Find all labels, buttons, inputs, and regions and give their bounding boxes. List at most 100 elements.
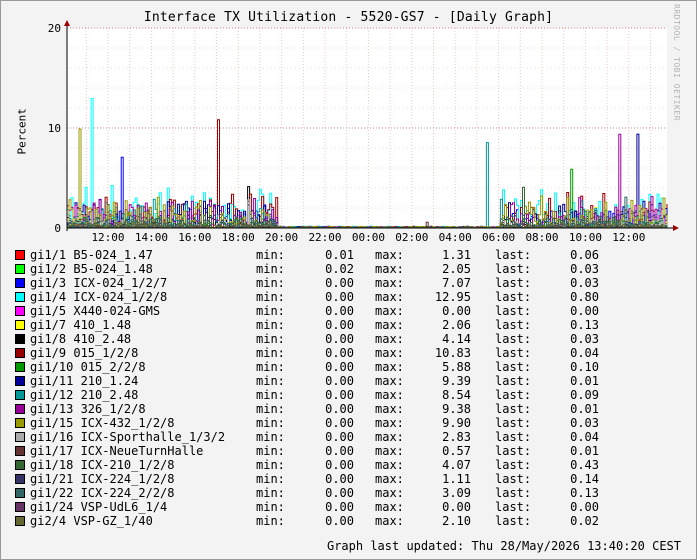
legend-last-label: last: bbox=[495, 416, 532, 430]
legend-max-label: max: bbox=[375, 388, 404, 402]
legend-max-label: max: bbox=[375, 430, 404, 444]
legend-max-value: 3.09 bbox=[442, 486, 471, 500]
legend-min-value: 0.00 bbox=[325, 332, 354, 346]
legend-last-value: 0.01 bbox=[570, 444, 599, 458]
legend-min-label: min: bbox=[256, 458, 285, 472]
legend-last-value: 0.09 bbox=[570, 388, 599, 402]
legend-last-label: last: bbox=[495, 262, 532, 276]
legend-min-label: min: bbox=[256, 472, 285, 486]
legend-min-label: min: bbox=[256, 514, 285, 528]
legend-series-name: gi1/4 ICX-024_1/2/8 bbox=[30, 290, 168, 304]
legend-swatch bbox=[15, 320, 25, 330]
legend-series-name: gi1/13 326_1/2/8 bbox=[30, 402, 146, 416]
legend-last-value: 0.03 bbox=[570, 416, 599, 430]
legend-min-value: 0.00 bbox=[325, 374, 354, 388]
legend-max-label: max: bbox=[375, 262, 404, 276]
last-updated-text: Graph last updated: Thu 28/May/2026 13:4… bbox=[326, 539, 681, 553]
legend-min-label: min: bbox=[256, 276, 285, 290]
legend-last-label: last: bbox=[495, 374, 532, 388]
legend-max-value: 10.83 bbox=[434, 346, 471, 360]
y-tick-label: 20 bbox=[48, 22, 61, 35]
legend-max-value: 2.06 bbox=[442, 318, 471, 332]
legend-max-value: 1.31 bbox=[442, 248, 471, 262]
legend-max-label: max: bbox=[375, 248, 404, 262]
legend-last-value: 0.03 bbox=[570, 276, 599, 290]
legend-max-value: 8.54 bbox=[442, 388, 471, 402]
legend-min-value: 0.00 bbox=[325, 430, 354, 444]
legend-swatch bbox=[15, 250, 25, 260]
legend-min-value: 0.01 bbox=[325, 248, 354, 262]
x-tick-label: 18:00 bbox=[222, 231, 255, 244]
legend-last-value: 0.00 bbox=[570, 500, 599, 514]
legend-swatch bbox=[15, 474, 25, 484]
legend-last-value: 0.13 bbox=[570, 486, 599, 500]
legend-max-label: max: bbox=[375, 276, 404, 290]
legend-min-label: min: bbox=[256, 444, 285, 458]
x-tick-label: 16:00 bbox=[178, 231, 211, 244]
legend-min-value: 0.00 bbox=[325, 276, 354, 290]
legend-min-label: min: bbox=[256, 500, 285, 514]
legend-last-value: 0.10 bbox=[570, 360, 599, 374]
legend-last-value: 0.04 bbox=[570, 346, 599, 360]
legend-last-label: last: bbox=[495, 500, 532, 514]
legend-row: gi1/15 ICX-432_1/2/8 min: 0.00 max: 9.90 last… bbox=[15, 416, 695, 430]
legend-series-name: gi1/12 210_2.48 bbox=[30, 388, 139, 402]
legend-max-value: 5.88 bbox=[442, 360, 471, 374]
legend-max-label: max: bbox=[375, 374, 404, 388]
legend-max-value: 4.07 bbox=[442, 458, 471, 472]
chart-canvas: 0 10 20 12:00 14:00 16:00 18:00 20:00 22:00 00:00… bbox=[48, 20, 679, 244]
y-axis-arrow bbox=[64, 20, 70, 26]
legend-min-value: 0.00 bbox=[325, 360, 354, 374]
legend-swatch bbox=[15, 306, 25, 316]
legend-row: gi1/18 ICX-210_1/2/8 min: 0.00 max: 4.07 last… bbox=[15, 458, 695, 472]
legend-swatch bbox=[15, 488, 25, 498]
x-axis-arrow bbox=[673, 225, 679, 231]
legend-series-name: gi1/3 ICX-024_1/2/7 bbox=[30, 276, 168, 290]
x-tick-label: 10:00 bbox=[569, 231, 602, 244]
legend-row: gi1/7 410_1.48 min: 0.00 max: 2.06 last: 0.13 bbox=[15, 318, 695, 332]
legend-max-label: max: bbox=[375, 500, 404, 514]
legend-max-value: 2.83 bbox=[442, 430, 471, 444]
legend-series-name: gi1/9 015_1/2/8 bbox=[30, 346, 139, 360]
legend-min-value: 0.02 bbox=[325, 262, 354, 276]
legend-min-label: min: bbox=[256, 360, 285, 374]
legend-min-value: 0.00 bbox=[325, 402, 354, 416]
legend-max-label: max: bbox=[375, 444, 404, 458]
legend-min-value: 0.00 bbox=[325, 458, 354, 472]
legend-row: gi1/11 210_1.24 min: 0.00 max: 9.39 last: 0.01 bbox=[15, 374, 695, 388]
legend-last-label: last: bbox=[495, 332, 532, 346]
legend-swatch bbox=[15, 460, 25, 470]
legend-max-value: 1.11 bbox=[442, 472, 471, 486]
legend-series-name: gi1/7 410_1.48 bbox=[30, 318, 132, 332]
legend-min-value: 0.00 bbox=[325, 514, 354, 528]
legend-max-label: max: bbox=[375, 416, 404, 430]
legend-min-label: min: bbox=[256, 318, 285, 332]
legend-max-value: 0.00 bbox=[442, 304, 471, 318]
legend-min-value: 0.00 bbox=[325, 290, 354, 304]
legend-max-label: max: bbox=[375, 472, 404, 486]
legend-max-label: max: bbox=[375, 486, 404, 500]
x-tick-label: 04:00 bbox=[439, 231, 472, 244]
legend-max-value: 2.05 bbox=[442, 262, 471, 276]
legend-max-value: 4.14 bbox=[442, 332, 471, 346]
legend-last-label: last: bbox=[495, 472, 532, 486]
legend-swatch bbox=[15, 432, 25, 442]
x-tick-label: 02:00 bbox=[395, 231, 428, 244]
legend-min-label: min: bbox=[256, 290, 285, 304]
legend-min-label: min: bbox=[256, 430, 285, 444]
legend-min-value: 0.00 bbox=[325, 304, 354, 318]
legend-min-value: 0.00 bbox=[325, 500, 354, 514]
legend-last-label: last: bbox=[495, 402, 532, 416]
legend-last-value: 0.02 bbox=[570, 514, 599, 528]
legend-max-value: 2.10 bbox=[442, 514, 471, 528]
legend-swatch bbox=[15, 292, 25, 302]
x-tick-label: 20:00 bbox=[265, 231, 298, 244]
legend-max-label: max: bbox=[375, 402, 404, 416]
legend-last-label: last: bbox=[495, 444, 532, 458]
legend-last-label: last: bbox=[495, 486, 532, 500]
legend-series-name: gi1/24 VSP-UdL6_1/4 bbox=[30, 500, 168, 514]
legend-min-label: min: bbox=[256, 248, 285, 262]
legend-min-value: 0.00 bbox=[325, 472, 354, 486]
legend-max-value: 7.07 bbox=[442, 276, 471, 290]
legend-row: gi1/16 ICX-Sporthalle_1/3/2 min: 0.00 max: 2… bbox=[15, 430, 695, 444]
